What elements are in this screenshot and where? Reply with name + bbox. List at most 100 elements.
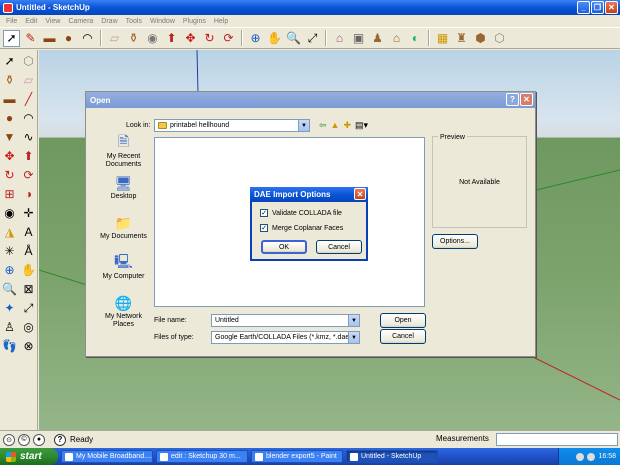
menu-edit[interactable]: Edit — [21, 18, 41, 25]
tape-measure-icon[interactable]: ◉ — [1, 205, 18, 221]
measurements-input[interactable] — [496, 433, 618, 446]
back-icon[interactable]: ⇦ — [319, 120, 327, 131]
freehand-icon[interactable]: ∿ — [20, 129, 37, 145]
zoom-extents-icon[interactable]: ⤢ — [20, 300, 37, 316]
task-paint[interactable]: blender export5 - Paint — [251, 450, 343, 463]
menu-plugins[interactable]: Plugins — [179, 18, 210, 25]
menu-camera[interactable]: Camera — [64, 18, 97, 25]
pan-icon[interactable]: ✋ — [20, 262, 37, 278]
dae-cancel-button[interactable]: Cancel — [316, 240, 362, 254]
position-camera-icon[interactable]: ♙ — [1, 319, 18, 335]
walk-icon[interactable]: 👣 — [1, 338, 18, 354]
merge-checkbox[interactable]: ✓ — [260, 224, 268, 232]
eraser-icon[interactable]: ▱ — [20, 72, 37, 88]
offset-icon[interactable]: ◑ — [20, 186, 37, 202]
place-my-documents[interactable]: 📁 My Documents — [96, 214, 151, 254]
push-pull-icon[interactable]: ⬆ — [20, 148, 37, 164]
pan-icon[interactable]: ✋ — [266, 30, 283, 47]
options-button[interactable]: Options... — [432, 234, 478, 249]
dimension-icon[interactable]: ✛ — [20, 205, 37, 221]
share-model-icon[interactable]: ♜ — [453, 30, 470, 47]
text-icon[interactable]: A — [20, 224, 37, 240]
polygon-icon[interactable]: ▼ — [1, 129, 18, 145]
menu-window[interactable]: Window — [146, 18, 179, 25]
menu-draw[interactable]: Draw — [97, 18, 121, 25]
follow-me-icon[interactable]: ⟳ — [20, 167, 37, 183]
google-earth-icon[interactable]: ◐ — [407, 30, 424, 47]
arc-icon[interactable]: ◠ — [79, 30, 96, 47]
zoom-window-icon[interactable]: ⊠ — [20, 281, 37, 297]
geo-location-icon[interactable]: ⊙ — [3, 433, 15, 446]
chevron-down-icon[interactable]: ▼ — [348, 332, 359, 343]
close-button[interactable]: ✕ — [605, 1, 618, 14]
move-icon[interactable]: ✥ — [182, 30, 199, 47]
ok-button[interactable]: OK — [261, 240, 307, 254]
orbit-icon[interactable]: ⊕ — [1, 262, 18, 278]
components-icon[interactable]: ▦ — [434, 30, 451, 47]
task-mobile-broadband[interactable]: My Mobile Broadband.... — [61, 450, 153, 463]
rotate-icon[interactable]: ↻ — [201, 30, 218, 47]
follow-me-icon[interactable]: ⟳ — [220, 30, 237, 47]
get-models-icon[interactable]: ⬡ — [491, 30, 508, 47]
rectangle-icon[interactable]: ▬ — [1, 91, 18, 107]
new-folder-icon[interactable]: ✚ — [343, 120, 351, 131]
zoom-icon[interactable]: 🔍 — [1, 281, 18, 297]
select-icon[interactable]: ➚ — [3, 29, 20, 47]
axes-icon[interactable]: ✳ — [1, 243, 18, 259]
circle-icon[interactable]: ● — [60, 30, 77, 47]
rotate-icon[interactable]: ↻ — [1, 167, 18, 183]
select-icon[interactable]: ➚ — [1, 53, 18, 69]
orbit-icon[interactable]: ⊕ — [247, 30, 264, 47]
zoom-icon[interactable]: 🔍 — [285, 30, 302, 47]
place-desktop[interactable]: 🖥 Desktop — [96, 174, 151, 214]
circle-icon[interactable]: ● — [1, 110, 18, 126]
move-icon[interactable]: ✥ — [1, 148, 18, 164]
section-plane-icon[interactable]: ⊗ — [20, 338, 37, 354]
make-component-icon[interactable]: ⬡ — [20, 53, 37, 69]
task-browser[interactable]: edit : Sketchup 30 m... — [156, 450, 248, 463]
instructor-help-icon[interactable]: ? — [54, 433, 66, 446]
user-icon[interactable]: ● — [33, 433, 45, 446]
pencil-icon[interactable]: ✎ — [22, 30, 39, 47]
help-button[interactable]: ? — [506, 93, 519, 106]
place-network[interactable]: 🌐 My Network Places — [96, 294, 151, 334]
task-sketchup[interactable]: Untitled - SketchUp — [346, 450, 438, 463]
paint-bucket-icon[interactable]: ⚱ — [1, 72, 18, 88]
3d-text-icon[interactable]: Å — [20, 243, 37, 259]
eraser-icon[interactable]: ▱ — [106, 30, 123, 47]
merge-coplanar-row[interactable]: ✓ Merge Coplanar Faces — [260, 224, 343, 232]
menu-view[interactable]: View — [41, 18, 64, 25]
open-dialog-close-button[interactable]: ✕ — [520, 93, 533, 106]
network-tray-icon[interactable] — [576, 452, 585, 461]
place-recent[interactable]: 🗎 My Recent Documents — [96, 133, 151, 174]
menu-file[interactable]: File — [2, 18, 21, 25]
start-button[interactable]: start — [0, 448, 58, 465]
restore-button[interactable]: ❐ — [591, 1, 604, 14]
paint-bucket-icon[interactable]: ⚱ — [125, 30, 142, 47]
protractor-icon[interactable]: ◮ — [1, 224, 18, 240]
minimize-button[interactable]: _ — [577, 1, 590, 14]
arc-icon[interactable]: ◠ — [20, 110, 37, 126]
menu-help[interactable]: Help — [210, 18, 232, 25]
tape-measure-icon[interactable]: ◉ — [144, 30, 161, 47]
rectangle-icon[interactable]: ▬ — [41, 30, 58, 47]
up-folder-icon[interactable]: ▲ — [331, 120, 340, 131]
previous-view-icon[interactable]: ✦ — [1, 300, 18, 316]
validate-checkbox[interactable]: ✓ — [260, 209, 268, 217]
dae-close-button[interactable]: ✕ — [354, 188, 366, 200]
volume-tray-icon[interactable] — [587, 452, 596, 461]
look-around-icon[interactable]: ◎ — [20, 319, 37, 335]
chevron-down-icon[interactable]: ▼ — [348, 315, 359, 326]
scale-icon[interactable]: ⊞ — [1, 186, 18, 202]
open-button[interactable]: Open — [380, 313, 426, 328]
menu-tools[interactable]: Tools — [122, 18, 146, 25]
walkthrough-icon[interactable]: ⌂ — [331, 30, 348, 47]
look-in-select[interactable]: printabel hellhound ▼ — [154, 119, 310, 132]
clock[interactable]: 16:58 — [598, 453, 616, 460]
sketchup-app-icon[interactable] — [3, 2, 13, 13]
push-pull-icon[interactable]: ⬆ — [163, 30, 180, 47]
validate-collada-row[interactable]: ✓ Validate COLLADA file — [260, 209, 342, 217]
look-around-icon[interactable]: ▣ — [350, 30, 367, 47]
line-icon[interactable]: ╱ — [20, 91, 37, 107]
file-name-input[interactable]: Untitled ▼ — [211, 314, 360, 327]
